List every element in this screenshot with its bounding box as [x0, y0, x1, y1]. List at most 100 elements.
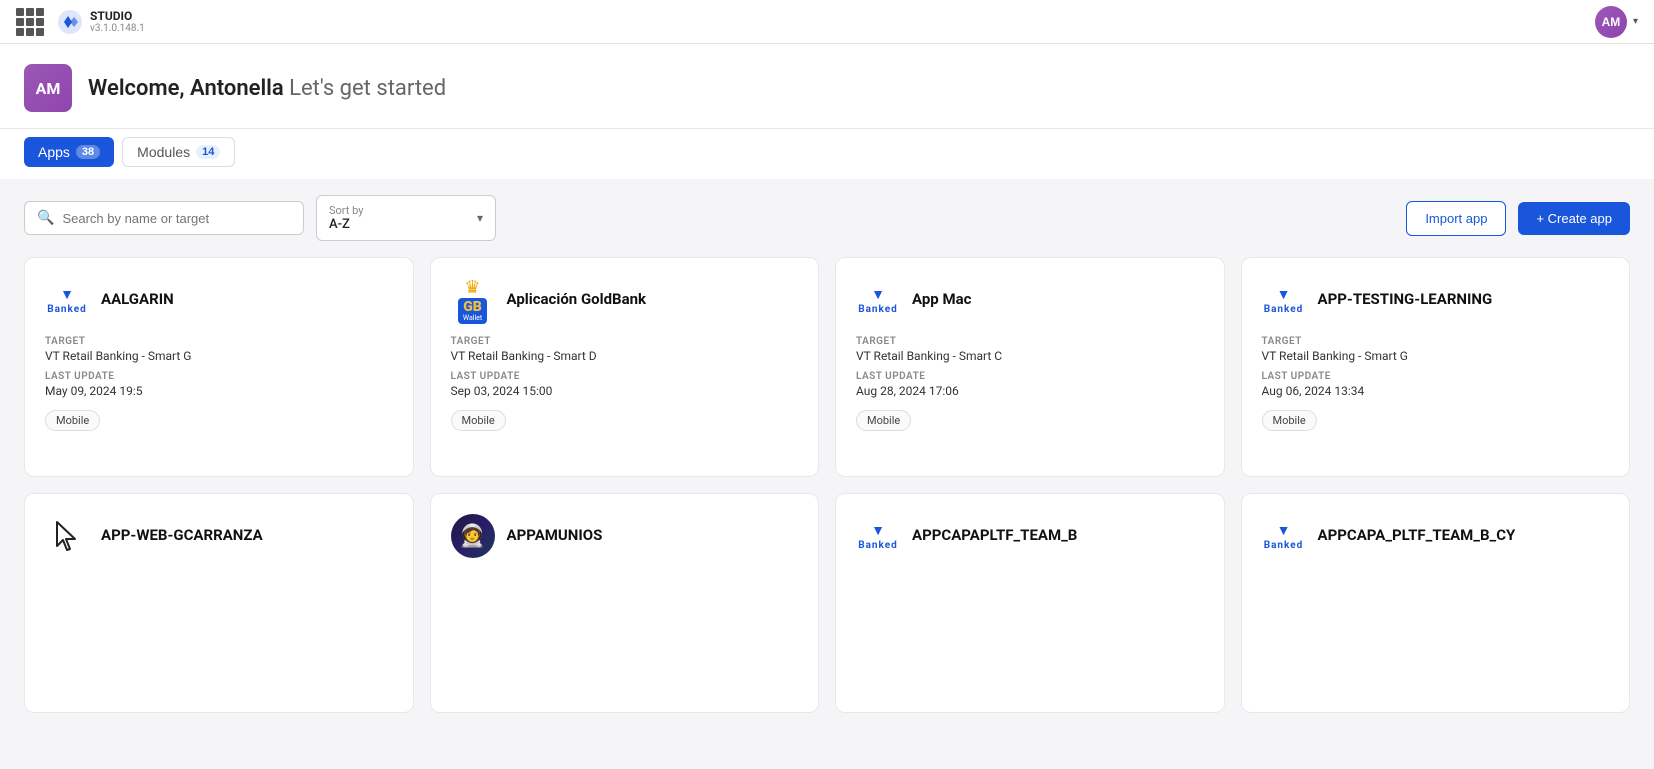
target-label: TARGET: [856, 336, 1204, 347]
banked-v-mark: ▼: [60, 286, 74, 303]
welcome-text: Welcome, Antonella Let's get started: [88, 76, 446, 101]
banked-logo: ▼ Banked: [856, 514, 900, 558]
studio-name-area: STUDIO v3.1.0.148.1: [90, 9, 145, 34]
lastupdate-value: Sep 03, 2024 15:00: [451, 384, 799, 398]
target-value: VT Retail Banking - Smart D: [451, 349, 799, 363]
card-tag: Mobile: [1262, 410, 1317, 431]
card-lastupdate-field: LAST UPDATE Aug 28, 2024 17:06: [856, 371, 1204, 398]
card-title: APPCAPAPLTF_TEAM_B: [912, 526, 1077, 546]
sort-value: A-Z: [329, 217, 471, 232]
card-tag: Mobile: [856, 410, 911, 431]
card-lastupdate-field: LAST UPDATE Sep 03, 2024 15:00: [451, 371, 799, 398]
tabs-area: Apps 38 Modules 14: [0, 129, 1654, 179]
app-card[interactable]: ▼ Banked App Mac TARGET VT Retail Bankin…: [835, 257, 1225, 477]
lastupdate-label: LAST UPDATE: [451, 371, 799, 382]
card-target-field: TARGET VT Retail Banking - Smart C: [856, 336, 1204, 363]
banked-v-mark: ▼: [1277, 286, 1291, 303]
toolbar: 🔍 Sort by A-Z ▾ Import app + Create app: [0, 179, 1654, 257]
card-header: ▼ Banked APPCAPAPLTF_TEAM_B: [856, 514, 1204, 558]
studio-title: STUDIO: [90, 9, 145, 23]
goldbank-logo: ♛ GB Wallet: [451, 278, 495, 322]
card-header: ▼ Banked APP-TESTING-LEARNING: [1262, 278, 1610, 322]
card-header: ♛ GB Wallet Aplicación GoldBank: [451, 278, 799, 322]
user-avatar-button[interactable]: AM: [1595, 6, 1627, 38]
lastupdate-value: May 09, 2024 19:5: [45, 384, 393, 398]
card-title: AALGARIN: [101, 290, 174, 310]
lastupdate-label: LAST UPDATE: [1262, 371, 1610, 382]
wallet-text: Wallet: [463, 314, 482, 322]
banked-word: Banked: [1264, 304, 1304, 315]
nav-left: STUDIO v3.1.0.148.1: [16, 8, 145, 36]
banked-logo: ▼ Banked: [856, 278, 900, 322]
tab-modules-label: Modules: [137, 144, 190, 160]
card-lastupdate-field: LAST UPDATE May 09, 2024 19:5: [45, 371, 393, 398]
banked-v-mark: ▼: [871, 286, 885, 303]
card-header: ▼ Banked AALGARIN: [45, 278, 393, 322]
sort-dropdown[interactable]: Sort by A-Z ▾: [316, 195, 496, 241]
banked-word: Banked: [858, 304, 898, 315]
card-title: APPAMUNIOS: [507, 526, 603, 546]
card-target-field: TARGET VT Retail Banking - Smart G: [45, 336, 393, 363]
banked-logo: ▼ Banked: [1262, 278, 1306, 322]
banked-word: Banked: [1264, 540, 1304, 551]
app-card[interactable]: ▼ Banked AALGARIN TARGET VT Retail Banki…: [24, 257, 414, 477]
app-card[interactable]: 🧑‍🚀 APPAMUNIOS: [430, 493, 820, 713]
sort-label: Sort by: [329, 204, 471, 217]
app-card[interactable]: ▼ Banked APPCAPA_PLTF_TEAM_B_CY: [1241, 493, 1631, 713]
banked-word: Banked: [858, 540, 898, 551]
search-icon: 🔍: [37, 210, 54, 226]
user-avatar-large: AM: [24, 64, 72, 112]
studio-logo-icon: [56, 8, 84, 36]
apps-grid: ▼ Banked AALGARIN TARGET VT Retail Banki…: [0, 257, 1654, 737]
target-label: TARGET: [1262, 336, 1610, 347]
tab-modules-badge: 14: [196, 145, 220, 159]
search-box[interactable]: 🔍: [24, 201, 304, 235]
tabs-row: Apps 38 Modules 14: [24, 129, 1630, 167]
card-title: APP-TESTING-LEARNING: [1318, 290, 1493, 310]
tab-modules[interactable]: Modules 14: [122, 137, 235, 167]
lastupdate-value: Aug 06, 2024 13:34: [1262, 384, 1610, 398]
card-body: TARGET VT Retail Banking - Smart G LAST …: [45, 336, 393, 456]
nav-right: AM ▾: [1595, 6, 1638, 38]
gb-text: GB: [463, 300, 482, 314]
lastupdate-label: LAST UPDATE: [45, 371, 393, 382]
app-card[interactable]: ♛ GB Wallet Aplicación GoldBank TARGET V…: [430, 257, 820, 477]
card-title: Aplicación GoldBank: [507, 290, 647, 310]
welcome-area: AM Welcome, Antonella Let's get started: [0, 44, 1654, 129]
avatar-chevron-icon: ▾: [1633, 16, 1638, 27]
search-input[interactable]: [62, 211, 291, 226]
card-header: ▼ Banked APPCAPA_PLTF_TEAM_B_CY: [1262, 514, 1610, 558]
apps-grid-icon[interactable]: [16, 8, 44, 36]
card-body: [451, 572, 799, 692]
banked-v-mark: ▼: [871, 522, 885, 539]
banked-logo: ▼ Banked: [1262, 514, 1306, 558]
app-card[interactable]: APP-WEB-GCARRANZA: [24, 493, 414, 713]
import-app-button[interactable]: Import app: [1406, 201, 1506, 236]
app-card[interactable]: ▼ Banked APPCAPAPLTF_TEAM_B: [835, 493, 1225, 713]
banked-logo: ▼ Banked: [45, 278, 89, 322]
card-body: [45, 572, 393, 692]
cursor-logo: [45, 514, 89, 558]
tab-apps[interactable]: Apps 38: [24, 137, 114, 167]
sort-chevron-icon: ▾: [477, 211, 483, 225]
target-value: VT Retail Banking - Smart C: [856, 349, 1204, 363]
app-card[interactable]: ▼ Banked APP-TESTING-LEARNING TARGET VT …: [1241, 257, 1631, 477]
card-header: ▼ Banked App Mac: [856, 278, 1204, 322]
tab-apps-label: Apps: [38, 144, 70, 160]
top-navigation: STUDIO v3.1.0.148.1 AM ▾: [0, 0, 1654, 44]
create-app-button[interactable]: + Create app: [1518, 202, 1630, 235]
welcome-subtitle: Let's get started: [289, 76, 446, 101]
card-target-field: TARGET VT Retail Banking - Smart G: [1262, 336, 1610, 363]
lastupdate-value: Aug 28, 2024 17:06: [856, 384, 1204, 398]
tab-apps-badge: 38: [76, 145, 100, 159]
card-header: APP-WEB-GCARRANZA: [45, 514, 393, 558]
banked-word: Banked: [47, 304, 87, 315]
crown-icon: ♛: [464, 277, 480, 298]
target-label: TARGET: [45, 336, 393, 347]
card-title: APPCAPA_PLTF_TEAM_B_CY: [1318, 526, 1516, 546]
sort-inner: Sort by A-Z: [329, 204, 471, 232]
cursor-icon: [49, 518, 85, 554]
welcome-name: Welcome, Antonella: [88, 76, 284, 101]
target-value: VT Retail Banking - Smart G: [1262, 349, 1610, 363]
banked-v-mark: ▼: [1277, 522, 1291, 539]
